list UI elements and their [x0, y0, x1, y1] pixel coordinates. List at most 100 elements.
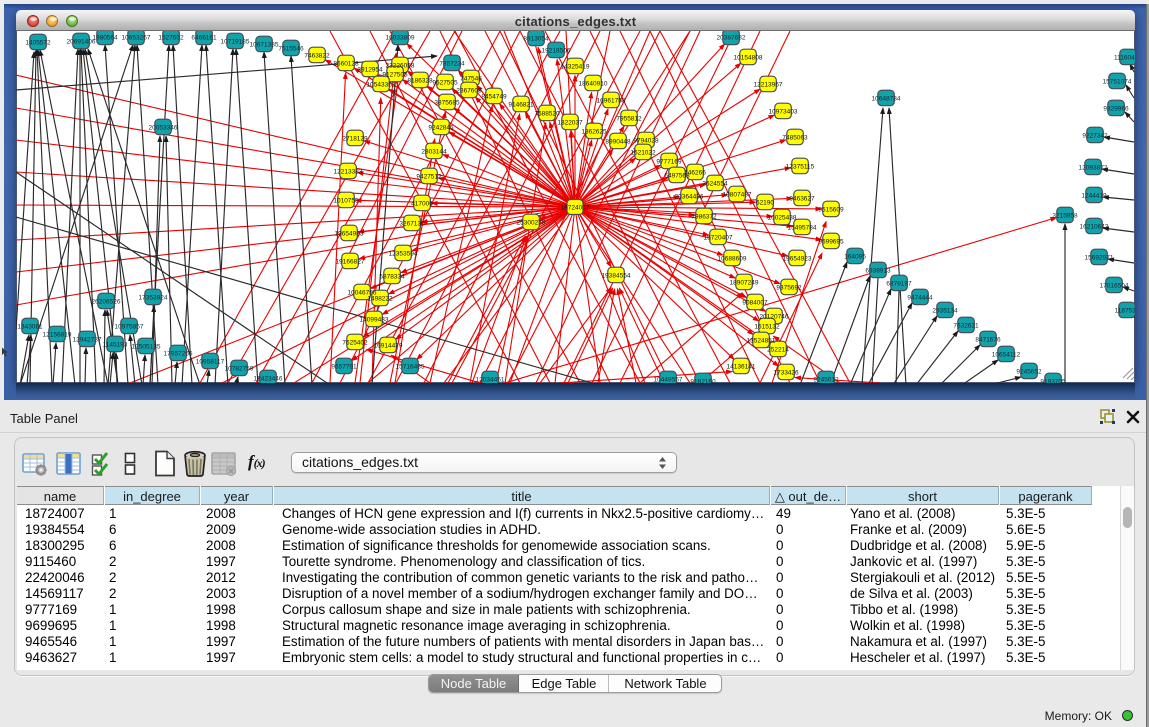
svg-text:9227342: 9227342 [1082, 132, 1108, 139]
svg-text:3215958: 3215958 [1052, 212, 1078, 219]
svg-text:14136141: 14136141 [727, 363, 756, 370]
svg-text:14099483: 14099483 [360, 316, 389, 323]
svg-text:8471676: 8471676 [975, 336, 1001, 343]
svg-text:2803144: 2803144 [421, 148, 447, 155]
svg-text:746266: 746266 [684, 169, 706, 176]
svg-text:7857234: 7857234 [439, 60, 465, 67]
svg-text:7955812: 7955812 [616, 115, 642, 122]
svg-text:3624554: 3624554 [702, 180, 728, 187]
svg-text:10543362: 10543362 [367, 81, 396, 88]
svg-text:6466161: 6466161 [191, 34, 217, 41]
svg-text:18640910: 18640910 [579, 80, 608, 87]
svg-text:9515609: 9515609 [818, 206, 844, 213]
svg-text:10719185: 10719185 [221, 38, 250, 45]
svg-text:11160457: 11160457 [1114, 54, 1135, 61]
svg-text:14325419: 14325419 [561, 63, 590, 70]
svg-text:8990448: 8990448 [605, 138, 631, 145]
svg-text:9463627: 9463627 [789, 195, 815, 202]
svg-text:10648784: 10648784 [872, 95, 901, 102]
svg-text:10958117: 10958117 [196, 358, 225, 365]
svg-text:10654112: 10654112 [992, 351, 1021, 358]
svg-text:12213967: 12213967 [754, 81, 783, 88]
svg-text:10653267: 10653267 [122, 34, 151, 41]
svg-text:1145193: 1145193 [103, 341, 128, 348]
svg-text:6938913: 6938913 [865, 267, 891, 274]
svg-text:10807487: 10807487 [723, 191, 752, 198]
svg-text:10688609: 10688609 [718, 255, 747, 262]
svg-text:12375115: 12375115 [786, 163, 815, 170]
svg-text:747546: 747546 [460, 75, 482, 82]
svg-text:19218506: 19218506 [542, 47, 571, 54]
svg-text:16210643: 16210643 [1080, 223, 1109, 230]
svg-text:9794028: 9794028 [633, 137, 659, 144]
svg-text:19384554: 19384554 [602, 272, 631, 279]
svg-text:252214: 252214 [767, 346, 789, 353]
svg-text:12093872: 12093872 [1079, 164, 1108, 171]
svg-text:26206526: 26206526 [92, 298, 121, 305]
svg-text:6879197: 6879197 [886, 280, 912, 287]
svg-text:1405572: 1405572 [25, 39, 51, 46]
svg-text:7463822: 7463822 [304, 52, 330, 59]
svg-text:7625402: 7625402 [342, 339, 368, 346]
svg-text:10782759: 10782759 [225, 365, 254, 372]
svg-text:7588520: 7588520 [534, 110, 560, 117]
svg-text:2935134: 2935134 [932, 307, 958, 314]
svg-text:9242845: 9242845 [428, 124, 454, 131]
svg-text:9084007: 9084007 [742, 299, 768, 306]
svg-text:2367608: 2367608 [456, 87, 482, 94]
svg-text:1322037: 1322037 [557, 119, 583, 126]
svg-text:17016504: 17016504 [1100, 282, 1129, 289]
svg-text:1343061: 1343061 [17, 323, 43, 330]
svg-text:1187535: 1187535 [1115, 307, 1135, 314]
svg-text:9657791: 9657791 [331, 363, 357, 370]
svg-text:2718129: 2718129 [342, 135, 368, 142]
svg-text:12034461: 12034461 [476, 376, 505, 383]
svg-text:20387682: 20387682 [717, 34, 746, 41]
svg-text:16033809: 16033809 [386, 34, 415, 41]
svg-text:8454749: 8454749 [481, 93, 507, 100]
svg-text:12353594: 12353594 [389, 250, 418, 257]
svg-text:15692971: 15692971 [1085, 254, 1114, 261]
svg-text:9699695: 9699695 [818, 238, 844, 245]
svg-text:12505135: 12505135 [132, 343, 161, 350]
svg-text:10973403: 10973403 [769, 108, 798, 115]
svg-text:17353924: 17353924 [139, 294, 168, 301]
svg-text:3875685: 3875685 [434, 99, 460, 106]
svg-text:17957265: 17957265 [164, 350, 193, 357]
svg-text:8813054: 8813054 [523, 35, 549, 42]
svg-text:1733426: 1733426 [773, 369, 799, 376]
svg-text:1980564: 1980564 [92, 34, 118, 41]
svg-text:3912954: 3912954 [357, 66, 383, 73]
svg-text:12213383: 12213383 [334, 168, 363, 175]
svg-text:12942737: 12942737 [73, 336, 102, 343]
svg-text:9427512: 9427512 [416, 173, 442, 180]
svg-text:9329966: 9329966 [1103, 105, 1129, 112]
svg-text:10449557: 10449557 [654, 376, 683, 383]
svg-text:9777169: 9777169 [656, 158, 682, 165]
svg-text:9245012: 9245012 [813, 376, 839, 383]
svg-text:9527505: 9527505 [432, 79, 458, 86]
svg-text:9127505: 9127505 [382, 71, 408, 78]
svg-text:1244419: 1244419 [1081, 192, 1107, 199]
svg-text:19166827: 19166827 [336, 258, 365, 265]
svg-text:1498222: 1498222 [367, 295, 393, 302]
svg-text:7515546: 7515546 [278, 45, 304, 52]
svg-text:1527602: 1527602 [158, 34, 184, 41]
svg-text:9474444: 9474444 [907, 294, 933, 301]
svg-text:12423446: 12423446 [254, 375, 283, 382]
svg-text:8660128: 8660128 [333, 60, 359, 67]
svg-text:15720407: 15720407 [704, 234, 733, 241]
svg-text:7485063: 7485063 [782, 134, 808, 141]
svg-text:8186328: 8186328 [407, 77, 433, 84]
svg-text:164095: 164095 [844, 253, 866, 260]
svg-text:19654923: 19654923 [783, 255, 812, 262]
svg-text:5878334: 5878334 [379, 273, 405, 280]
svg-text:15495784: 15495784 [788, 224, 817, 231]
svg-text:1010755: 1010755 [333, 197, 359, 204]
svg-text:10671385: 10671385 [250, 41, 279, 48]
svg-text:16914479: 16914479 [374, 342, 403, 349]
svg-text:23226058: 23226058 [386, 62, 415, 69]
svg-text:9245652: 9245652 [1016, 368, 1042, 375]
svg-text:1615132: 1615132 [754, 323, 780, 330]
svg-text:19654983: 19654983 [335, 230, 364, 237]
